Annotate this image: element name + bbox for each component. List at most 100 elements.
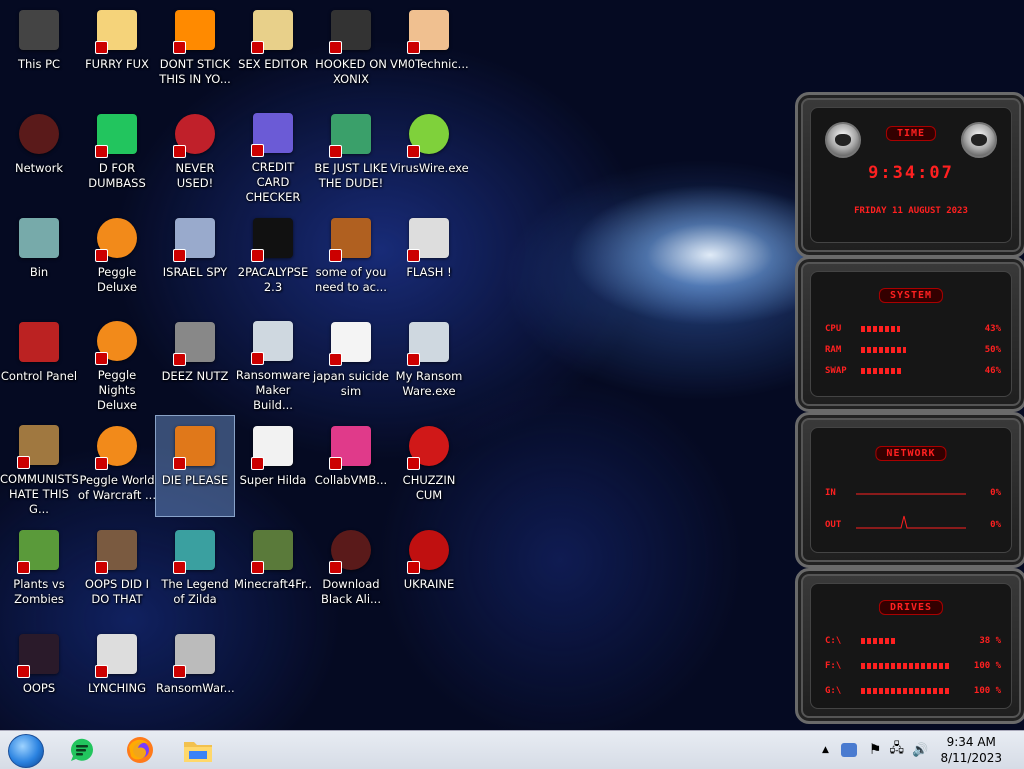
desktop-icon[interactable]: VirusWire.exe (390, 104, 468, 204)
desktop-icon[interactable]: DIE PLEASE (155, 415, 235, 517)
desktop-icon[interactable]: 2PACALYPSE 2.3 (234, 208, 312, 308)
time-gadget[interactable]: TIME 9:34:07 FRIDAY 11 AUGUST 2023 (795, 92, 1024, 258)
drives-gadget[interactable]: DRIVES C:\ 38 % F:\ 100 % G:\ 100 % (795, 568, 1024, 724)
desktop-icon[interactable]: UKRAINE (390, 520, 468, 620)
desktop-icon[interactable]: The Legend of Zilda (156, 520, 234, 620)
taskbar-pinned-app[interactable] (180, 734, 216, 766)
desktop-icon[interactable]: Plants vs Zombies (0, 520, 78, 620)
tray-app-icon[interactable] (840, 743, 857, 757)
network-graph-line (856, 493, 966, 495)
flower-icon (15, 526, 63, 574)
desktop-icon[interactable]: Peggle Deluxe (78, 208, 156, 308)
desktop-icon-label: OOPS (22, 681, 56, 695)
desktop-icon[interactable]: Peggle World of Warcraft ... (78, 416, 156, 516)
desktop-icon[interactable]: japan suicide sim (312, 312, 390, 412)
shortcut-arrow-icon (329, 353, 342, 366)
action-center-flag-icon[interactable]: ⚑ (869, 742, 882, 758)
radiation-icon (405, 526, 453, 574)
zip-icon (93, 630, 141, 678)
desktop-icon-label: RansomWar... (156, 681, 234, 695)
icon-shape (19, 322, 59, 362)
desktop-icon[interactable]: FLASH ! (390, 208, 468, 308)
shortcut-arrow-icon (95, 145, 108, 158)
desktop-icon-label: Network (14, 161, 64, 175)
desktop-icon-label: some of you need to ac... (315, 265, 387, 294)
desktop-icon-label: CollabVMB... (314, 473, 388, 487)
desktop-icon[interactable]: This PC (0, 0, 78, 100)
taskbar-clock[interactable]: 9:34 AM 8/11/2023 (940, 734, 1002, 766)
desktop-icon[interactable]: Bin (0, 208, 78, 308)
desktop-icon[interactable]: Control Panel (0, 312, 78, 412)
desktop-icon[interactable]: CollabVMB... (312, 416, 390, 516)
network-status-icon[interactable]: 🖧 (889, 739, 904, 761)
desktop-icon[interactable]: LYNCHING (78, 624, 156, 724)
shortcut-arrow-icon (173, 457, 186, 470)
desktop-icon[interactable]: NEVER USED! (156, 104, 234, 204)
shortcut-arrow-icon (251, 249, 264, 262)
desktop-icon[interactable]: Super Hilda (234, 416, 312, 516)
desktop-icon[interactable]: VM0Technic... (390, 0, 468, 100)
cartoon-icon (93, 6, 141, 54)
gadget-usage-bar (861, 326, 900, 332)
shortcut-arrow-icon (329, 249, 342, 262)
card-icon (249, 110, 297, 157)
desktop-icon-label: COMMUNISTS HATE THIS G... (0, 471, 78, 516)
shortcut-arrow-icon (329, 145, 342, 158)
desktop-icon[interactable]: HOOKED ON XONIX (312, 0, 390, 100)
desktop-icon[interactable]: DONT STICK THIS IN YO... (156, 0, 234, 100)
window-app-icon (249, 318, 297, 365)
desktop-icon[interactable]: RansomWar... (156, 624, 234, 724)
terminal-icon (249, 214, 297, 262)
desktop-icon[interactable]: some of you need to ac... (312, 208, 390, 308)
gadget-row-label: OUT (825, 520, 842, 530)
clock-date: 8/11/2023 (940, 751, 1002, 765)
time-gadget-panel: TIME 9:34:07 FRIDAY 11 AUGUST 2023 (810, 107, 1012, 243)
shortcut-arrow-icon (95, 665, 108, 678)
taskbar-pinned-app[interactable] (64, 734, 100, 766)
desktop-icon-label: CHUZZIN CUM (402, 473, 456, 502)
desktop-icon[interactable]: Network (0, 104, 78, 204)
network-gadget[interactable]: NETWORK IN 0% OUT 0% (795, 412, 1024, 568)
desktop-icon[interactable]: Minecraft4Fr... (234, 520, 312, 620)
desktop-icon[interactable]: D FOR DUMBASS (78, 104, 156, 204)
desktop-icon[interactable]: Ransomware Maker Build... (234, 312, 312, 412)
desktop-icon[interactable]: My Ransom Ware.exe (390, 312, 468, 412)
shortcut-arrow-icon (251, 41, 264, 54)
desktop-icon[interactable]: CREDIT CARD CHECKER (234, 104, 312, 204)
volume-icon[interactable]: 🔊 (912, 743, 928, 758)
shortcut-arrow-icon (173, 145, 186, 158)
windows-stack-icon (171, 318, 219, 366)
taskbar-pinned-app[interactable] (122, 734, 158, 766)
desktop-icon[interactable]: DEEZ NUTZ (156, 312, 234, 412)
shortcut-arrow-icon (407, 249, 420, 262)
desktop-icon[interactable]: COMMUNISTS HATE THIS G... (0, 416, 78, 516)
show-hidden-icons-icon[interactable]: ▲ (822, 745, 829, 755)
desktop-icon[interactable]: SEX EDITOR (234, 0, 312, 100)
vlc-cone-icon (171, 6, 219, 54)
bear-icon (327, 214, 375, 262)
lime-icon (405, 110, 453, 158)
gadget-row-value: 0% (990, 488, 1001, 498)
desktop-icon[interactable]: ISRAEL SPY (156, 208, 234, 308)
desktop-icon[interactable]: Peggle Nights Deluxe (78, 312, 156, 412)
shortcut-arrow-icon (17, 455, 30, 469)
desktop-icon-label: Minecraft4Fr... (234, 577, 312, 591)
desktop-icon[interactable]: OOPS (0, 624, 78, 724)
desktop-icon-label: BE JUST LIKE THE DUDE! (314, 161, 388, 190)
desktop-icon-label: NEVER USED! (175, 161, 215, 190)
desktop-icon[interactable]: Download Black Ali... (312, 520, 390, 620)
peggle-icon (93, 214, 141, 262)
desktop-icon[interactable]: BE JUST LIKE THE DUDE! (312, 104, 390, 204)
shortcut-arrow-icon (251, 351, 264, 365)
start-button[interactable] (8, 734, 44, 768)
desktop-icon-label: Peggle Deluxe (97, 265, 137, 294)
window-app-icon (405, 318, 453, 366)
desktop-icon[interactable]: CHUZZIN CUM (390, 416, 468, 516)
peggle-icon (93, 422, 141, 470)
desktop-icon[interactable]: OOPS DID I DO THAT (78, 520, 156, 620)
time-gadget-title: TIME (885, 126, 937, 141)
desktop-icon[interactable]: FURRY FUX (78, 0, 156, 100)
drives-gadget-panel: DRIVES C:\ 38 % F:\ 100 % G:\ 100 % (810, 583, 1012, 709)
chuzzle-icon (405, 422, 453, 470)
system-gadget[interactable]: SYSTEM CPU 43% RAM 50% SWAP 46% (795, 256, 1024, 412)
